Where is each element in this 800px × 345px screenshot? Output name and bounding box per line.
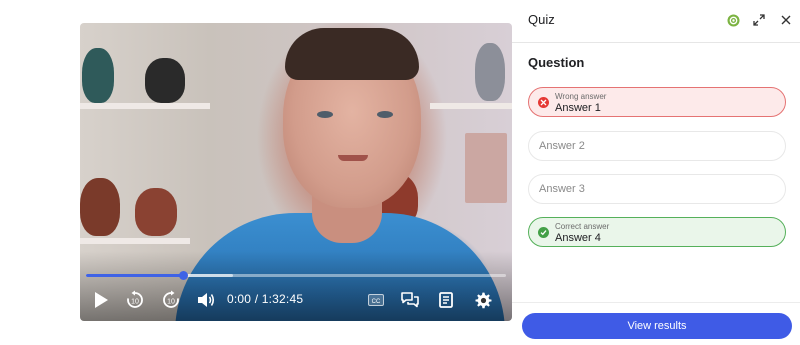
background-vase [135,188,177,236]
answer-label: Answer 3 [539,183,585,195]
volume-button[interactable] [194,286,218,314]
forward-10-icon: 10 [163,290,179,308]
expand-icon [753,14,765,26]
background-shelf [80,238,190,244]
time-display: 0:00 / 1:32:45 [227,292,304,306]
play-icon [95,292,108,308]
rewind-10-button[interactable]: 10 [124,286,146,314]
answer-option-2[interactable]: Answer 2 [528,131,786,161]
person-mouth [338,155,368,161]
answer-status-label: Correct answer [555,222,610,231]
question-title: Question [528,55,585,70]
background-vase [475,43,505,101]
view-results-button[interactable]: View results [522,313,792,339]
player-controls: 10 10 0:00 / 1:32:45 CC [80,286,512,314]
expand-button[interactable] [751,12,767,28]
person-eye [317,111,333,118]
svg-text:10: 10 [167,299,175,306]
video-player[interactable]: 10 10 0:00 / 1:32:45 CC [80,23,512,321]
answer-option-1[interactable]: Wrong answer Answer 1 [528,87,786,117]
volume-icon [198,293,215,307]
quiz-panel: Quiz Question Wrong answer Answer 1 Answ… [512,0,800,345]
person-hair [285,28,419,80]
answer-label: Answer 2 [539,140,585,152]
play-button[interactable] [90,286,112,314]
quiz-badge-button[interactable] [725,12,741,28]
answer-option-3[interactable]: Answer 3 [528,174,786,204]
settings-button[interactable] [472,286,494,314]
close-icon [781,15,791,25]
notes-button[interactable] [436,286,456,314]
background-vase [82,48,114,103]
background-shelf [430,103,512,109]
wrong-icon [538,97,549,108]
quiz-title: Quiz [528,12,555,27]
check-icon [538,227,549,238]
seek-handle[interactable] [178,271,188,280]
notes-icon [439,292,453,308]
rewind-10-icon: 10 [127,290,143,308]
background-frame [465,133,507,203]
close-button[interactable] [778,12,794,28]
badge-icon [727,14,739,26]
footer-divider [512,302,800,303]
background-shelf [80,103,210,109]
answer-option-4[interactable]: Correct answer Answer 4 [528,217,786,247]
answer-label: Answer 4 [555,232,601,244]
settings-icon [475,292,492,309]
quiz-header: Quiz [512,0,800,43]
svg-text:CC: CC [372,299,381,305]
answer-status-label: Wrong answer [555,92,607,101]
chat-button[interactable] [400,286,420,314]
background-vase [145,58,185,103]
background-vase [80,178,120,236]
person-eye [377,111,393,118]
answer-label: Answer 1 [555,102,601,114]
captions-button[interactable]: CC [366,286,386,314]
chat-icon [401,292,419,308]
captions-icon: CC [368,294,384,306]
forward-10-button[interactable]: 10 [160,286,182,314]
played-bar [86,274,183,277]
svg-text:10: 10 [131,299,139,306]
seek-bar[interactable] [86,271,506,280]
